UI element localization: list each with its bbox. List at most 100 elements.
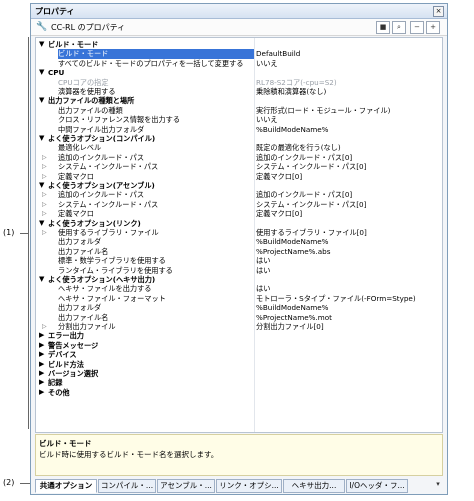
property-row[interactable]: ▷ 追加のインクルード・パス 追加のインクルード・パス[0]	[36, 153, 442, 162]
property-value[interactable]: DefaultBuild	[256, 49, 442, 58]
property-value[interactable]: はい	[256, 266, 442, 275]
property-value[interactable]: RL78-S2コア(-cpu=S2)	[256, 78, 442, 87]
property-row[interactable]: ▷ システム・インクルード・パス システム・インクルード・パス[0]	[36, 162, 442, 171]
property-row[interactable]: 出力ファイル名 %ProjectName%.abs	[36, 247, 442, 256]
property-row[interactable]: 出力ファイルの種類 実行形式(ロード・モジュール・ファイル)	[36, 106, 442, 115]
property-value[interactable]: いいえ	[256, 115, 442, 124]
expander-icon[interactable]: ▷	[42, 209, 52, 218]
expander-icon[interactable]: ▷	[42, 153, 52, 162]
tab-option-2[interactable]: アセンブル・...	[157, 479, 215, 493]
expand-button[interactable]: +	[426, 21, 440, 34]
property-value[interactable]: %ProjectName%.mot	[256, 313, 442, 322]
property-value[interactable]: 使用するライブラリ・ファイル[0]	[256, 228, 442, 237]
expander-icon[interactable]: ▷	[42, 228, 52, 237]
property-value[interactable]: %BuildModeName%	[256, 303, 442, 312]
property-value[interactable]: 実行形式(ロード・モジュール・ファイル)	[256, 106, 442, 115]
property-name: 出力フォルダ	[58, 303, 102, 313]
property-value[interactable]: 追加のインクルード・パス[0]	[256, 190, 442, 199]
property-value[interactable]: はい	[256, 284, 442, 293]
property-category[interactable]: ▼ CPU	[36, 68, 442, 77]
property-category[interactable]: ▶ ビルド方法	[36, 360, 442, 369]
property-value[interactable]: %BuildModeName%	[256, 125, 442, 134]
property-row[interactable]: ▷ 定義マクロ 定義マクロ[0]	[36, 172, 442, 181]
property-category[interactable]: ▶ エラー出力	[36, 331, 442, 340]
property-value[interactable]: 分割出力ファイル[0]	[256, 322, 442, 331]
property-category[interactable]: ▶ バージョン選択	[36, 369, 442, 378]
property-row[interactable]: ビルド・モード DefaultBuild	[36, 49, 442, 59]
tab-option-0[interactable]: 共通オプション	[35, 479, 97, 493]
expander-icon[interactable]: ▷	[42, 190, 52, 199]
property-row[interactable]: ヘキサ・ファイル・フォーマット モトローラ・Sタイプ・ファイル(-FOrm=Sty…	[36, 294, 442, 303]
search-button[interactable]: ⌕	[392, 21, 406, 34]
description-body: ビルド時に使用するビルド・モード名を選択します。	[39, 450, 219, 459]
property-category[interactable]: ▼ 出力ファイルの種類と場所	[36, 96, 442, 105]
property-name: CPU	[48, 68, 65, 78]
property-value[interactable]: いいえ	[256, 59, 442, 68]
property-row[interactable]: CPUコアの指定 RL78-S2コア(-cpu=S2)	[36, 78, 442, 87]
property-value[interactable]: 定義マクロ[0]	[256, 209, 442, 218]
property-category[interactable]: ▼ よく使うオプション(ヘキサ出力)	[36, 275, 442, 284]
property-name: 出力ファイル名	[58, 246, 109, 256]
property-row[interactable]: ヘキサ・ファイルを出力する はい	[36, 284, 442, 293]
property-row[interactable]: ▷ 定義マクロ 定義マクロ[0]	[36, 209, 442, 218]
property-category[interactable]: ▶ デバイス	[36, 350, 442, 359]
description-heading: ビルド・モード	[39, 439, 92, 448]
properties-toolbar: 🔧 CC-RL のプロパティ ■ ⌕ − +	[31, 19, 447, 36]
property-row[interactable]: 中間ファイル出力フォルダ %BuildModeName%	[36, 125, 442, 134]
expander-icon[interactable]: ▷	[42, 200, 52, 209]
property-category[interactable]: ▼ よく使うオプション(コンパイル)	[36, 134, 442, 143]
property-value[interactable]: 既定の最適化を行う(なし)	[256, 143, 442, 152]
property-category[interactable]: ▼ ビルド・モード	[36, 40, 442, 49]
properties-panel: プロパティ × 🔧 CC-RL のプロパティ ■ ⌕ − + ▼ ビルド・モードビ…	[30, 3, 448, 495]
property-name: システム・インクルード・パス	[58, 162, 159, 172]
expander-icon[interactable]: ▷	[42, 322, 52, 331]
property-value[interactable]: はい	[256, 256, 442, 265]
bracket-1	[28, 37, 29, 429]
property-row[interactable]: 最適化レベル 既定の最適化を行う(なし)	[36, 143, 442, 152]
property-value[interactable]: 定義マクロ[0]	[256, 172, 442, 181]
property-value[interactable]: モトローラ・Sタイプ・ファイル(-FOrm=Stype)	[256, 294, 442, 303]
property-grid[interactable]: ▼ ビルド・モード ビルド・モード DefaultBuild すべてのビルド・モードのプ…	[35, 37, 443, 433]
callout-1-line	[20, 233, 28, 234]
property-row[interactable]: ▷ 分割出力ファイル 分割出力ファイル[0]	[36, 322, 442, 331]
property-category[interactable]: ▶ その他	[36, 388, 442, 397]
tab-overflow-icon[interactable]: ▾	[433, 480, 443, 490]
expander-icon[interactable]: ▷	[42, 162, 52, 171]
property-row[interactable]: 演算器を使用する 乗除積和演算器(なし)	[36, 87, 442, 96]
property-row[interactable]: ▷ 追加のインクルード・パス 追加のインクルード・パス[0]	[36, 190, 442, 199]
property-name: デバイス	[48, 350, 77, 360]
expander-icon[interactable]: ▷	[42, 172, 52, 181]
tab-option-4[interactable]: ヘキサ出力...	[283, 479, 345, 493]
wrench-icon: 🔧	[36, 22, 48, 32]
property-category[interactable]: ▶ 記録	[36, 378, 442, 387]
property-value[interactable]: 乗除積和演算器(なし)	[256, 87, 442, 96]
property-name: 警告メッセージ	[48, 340, 99, 350]
property-row[interactable]: クロス・リファレンス情報を出力する いいえ	[36, 115, 442, 124]
property-value[interactable]: 追加のインクルード・パス[0]	[256, 153, 442, 162]
tab-option-3[interactable]: リンク・オプシ...	[216, 479, 282, 493]
property-row[interactable]: 出力フォルダ %BuildModeName%	[36, 303, 442, 312]
property-value[interactable]: システム・インクルード・パス[0]	[256, 162, 442, 171]
property-value[interactable]: %BuildModeName%	[256, 237, 442, 246]
property-row[interactable]: ランタイム・ライブラリを使用する はい	[36, 266, 442, 275]
property-name: すべてのビルド・モードのプロパティを一括して変更する	[58, 58, 244, 68]
property-row[interactable]: ▷ システム・インクルード・パス システム・インクルード・パス[0]	[36, 200, 442, 209]
property-value[interactable]: システム・インクルード・パス[0]	[256, 200, 442, 209]
lock-button[interactable]: ■	[376, 21, 390, 34]
property-name: その他	[48, 387, 70, 397]
property-row[interactable]: 出力フォルダ %BuildModeName%	[36, 237, 442, 246]
property-row[interactable]: ▷ 使用するライブラリ・ファイル 使用するライブラリ・ファイル[0]	[36, 228, 442, 237]
collapse-button[interactable]: −	[410, 21, 424, 34]
property-value[interactable]: %ProjectName%.abs	[256, 247, 442, 256]
tab-option-5[interactable]: I/Oヘッダ・フ...	[346, 479, 408, 493]
property-category[interactable]: ▼ よく使うオプション(リンク)	[36, 219, 442, 228]
property-category[interactable]: ▶ 警告メッセージ	[36, 341, 442, 350]
property-name: 追加のインクルード・パス	[58, 190, 145, 200]
property-row[interactable]: 出力ファイル名 %ProjectName%.mot	[36, 313, 442, 322]
tab-option-1[interactable]: コンパイル・...	[98, 479, 156, 493]
property-name: 追加のインクルード・パス	[58, 152, 145, 162]
close-icon[interactable]: ×	[433, 6, 444, 17]
property-category[interactable]: ▼ よく使うオプション(アセンブル)	[36, 181, 442, 190]
property-row[interactable]: 標準・数学ライブラリを使用する はい	[36, 256, 442, 265]
property-row[interactable]: すべてのビルド・モードのプロパティを一括して変更する いいえ	[36, 59, 442, 68]
